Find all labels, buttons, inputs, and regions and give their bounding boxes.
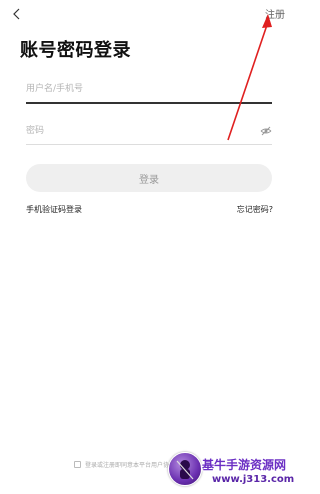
register-link[interactable]: 注册 <box>265 6 285 21</box>
agreement-row: 登录或注册即同意本平台用户协议 <box>74 460 175 469</box>
annotation-arrow <box>227 14 272 141</box>
sms-login-link[interactable]: 手机验证码登录 <box>26 204 82 215</box>
chevron-left-icon <box>13 8 20 20</box>
agreement-checkbox[interactable] <box>74 461 81 468</box>
username-field-container <box>26 78 272 104</box>
watermark-title: 基牛手游资源网 <box>202 458 287 472</box>
site-watermark: 基牛手游资源网 www.j313.com <box>168 450 298 490</box>
watermark-logo <box>168 452 202 486</box>
password-input[interactable] <box>26 120 246 142</box>
password-field-container <box>26 120 272 145</box>
forgot-password-link[interactable]: 忘记密码? <box>237 204 273 215</box>
ninja-icon <box>176 460 194 480</box>
watermark-url: www.j313.com <box>212 474 295 485</box>
username-input[interactable] <box>26 78 246 100</box>
page-title: 账号密码登录 <box>20 40 131 61</box>
agreement-text: 登录或注册即同意本平台用户协议 <box>85 462 176 469</box>
login-button[interactable]: 登录 <box>26 164 272 192</box>
eye-off-icon[interactable] <box>260 125 272 137</box>
back-button[interactable] <box>8 5 26 23</box>
